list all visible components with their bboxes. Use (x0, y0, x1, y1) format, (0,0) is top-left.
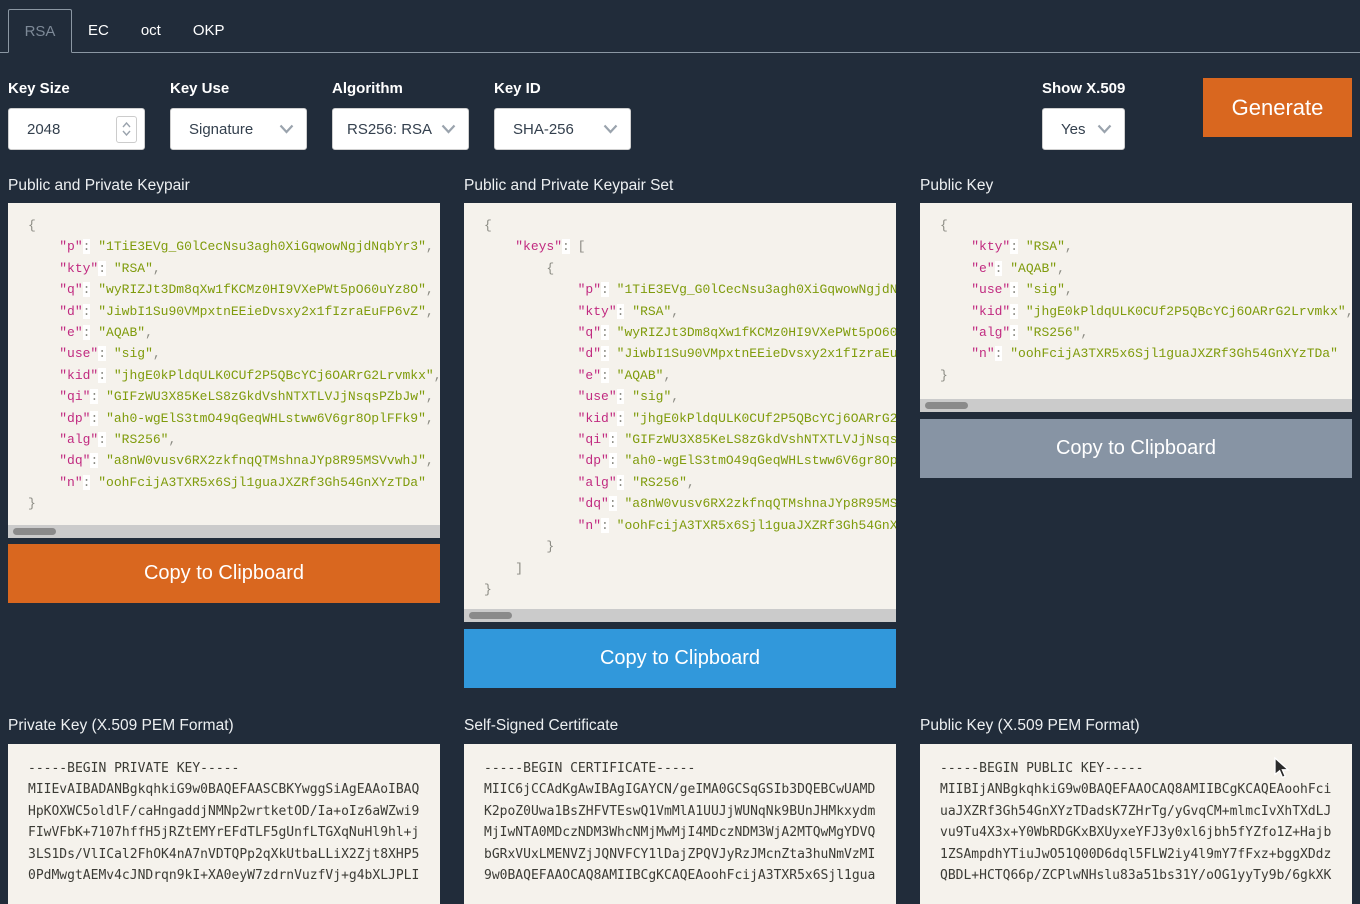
algorithm-select[interactable]: RS256: RSA (332, 108, 469, 150)
show-x509-group: Show X.509 (1042, 80, 1125, 97)
copy-keypair-set-button[interactable]: Copy to Clipboard (464, 629, 896, 688)
key-id-group: Key ID (494, 80, 541, 97)
tab-oct[interactable]: oct (125, 9, 177, 52)
show-x509-label: Show X.509 (1042, 80, 1125, 97)
key-size-value[interactable]: 2048 (9, 121, 116, 138)
public-key-title: Public Key (920, 177, 1352, 195)
certificate-box: -----BEGIN CERTIFICATE----- MIIC6jCCAdKg… (464, 744, 896, 904)
keypair-set-title: Public and Private Keypair Set (464, 177, 896, 195)
public-pem-box: -----BEGIN PUBLIC KEY----- MIIBIjANBgkqh… (920, 744, 1352, 904)
key-id-value: SHA-256 (495, 121, 603, 138)
public-key-json-box: { "kty": "RSA", "e": "AQAB", "use": "sig… (920, 203, 1352, 412)
keypair-json-box: { "p": "1TiE3EVg_G0lCecNsu3agh0XiGqwowNg… (8, 203, 440, 538)
chevron-down-icon (279, 124, 294, 134)
key-use-select[interactable]: Signature (170, 108, 307, 150)
certificate-title: Self-Signed Certificate (464, 717, 896, 735)
private-pem-box: -----BEGIN PRIVATE KEY----- MIIEvAIBADAN… (8, 744, 440, 904)
tab-rsa[interactable]: RSA (8, 9, 72, 53)
key-size-stepper[interactable] (116, 116, 137, 143)
show-x509-value: Yes (1043, 121, 1097, 138)
stepper-down-icon[interactable] (122, 130, 131, 136)
keypair-set-json-box: { "keys": [ { "p": "1TiE3EVg_G0lCecNsu3a… (464, 203, 896, 622)
key-type-tabbar: RSA EC oct OKP (0, 0, 1360, 53)
key-id-label: Key ID (494, 80, 541, 97)
generate-button[interactable]: Generate (1203, 78, 1352, 137)
algorithm-label: Algorithm (332, 80, 403, 97)
tab-ec[interactable]: EC (72, 9, 125, 52)
copy-keypair-button[interactable]: Copy to Clipboard (8, 544, 440, 603)
chevron-down-icon (441, 124, 456, 134)
jwk-generator-page: { "tabs": { "items": [ {"label": "RSA", … (0, 0, 1360, 881)
key-use-label: Key Use (170, 80, 229, 97)
keypair-hscrollbar[interactable] (8, 525, 440, 538)
keypair-json-code: { "p": "1TiE3EVg_G0lCecNsu3agh0XiGqwowNg… (28, 218, 440, 511)
key-size-group: Key Size (8, 80, 70, 97)
show-x509-select[interactable]: Yes (1042, 108, 1125, 150)
keypair-title: Public and Private Keypair (8, 177, 440, 195)
public-key-hscroll-thumb[interactable] (925, 402, 968, 409)
copy-public-key-button[interactable]: Copy to Clipboard (920, 419, 1352, 478)
algorithm-group: Algorithm (332, 80, 403, 97)
key-size-input[interactable]: 2048 (8, 108, 145, 150)
keypair-set-hscroll-thumb[interactable] (469, 612, 512, 619)
key-use-group: Key Use (170, 80, 229, 97)
private-pem-title: Private Key (X.509 PEM Format) (8, 717, 440, 735)
algorithm-value: RS256: RSA (333, 121, 441, 138)
keypair-set-json-code: { "keys": [ { "p": "1TiE3EVg_G0lCecNsu3a… (484, 218, 896, 597)
public-key-hscrollbar[interactable] (920, 399, 1352, 412)
key-id-select[interactable]: SHA-256 (494, 108, 631, 150)
key-size-label: Key Size (8, 80, 70, 97)
chevron-down-icon (603, 124, 618, 134)
keypair-hscroll-thumb[interactable] (13, 528, 56, 535)
keypair-set-hscrollbar[interactable] (464, 609, 896, 622)
stepper-up-icon[interactable] (122, 122, 131, 128)
public-key-json-code: { "kty": "RSA", "e": "AQAB", "use": "sig… (940, 218, 1352, 383)
key-use-value: Signature (171, 121, 279, 138)
public-pem-title: Public Key (X.509 PEM Format) (920, 717, 1352, 735)
tab-okp[interactable]: OKP (177, 9, 241, 52)
chevron-down-icon (1097, 124, 1112, 134)
